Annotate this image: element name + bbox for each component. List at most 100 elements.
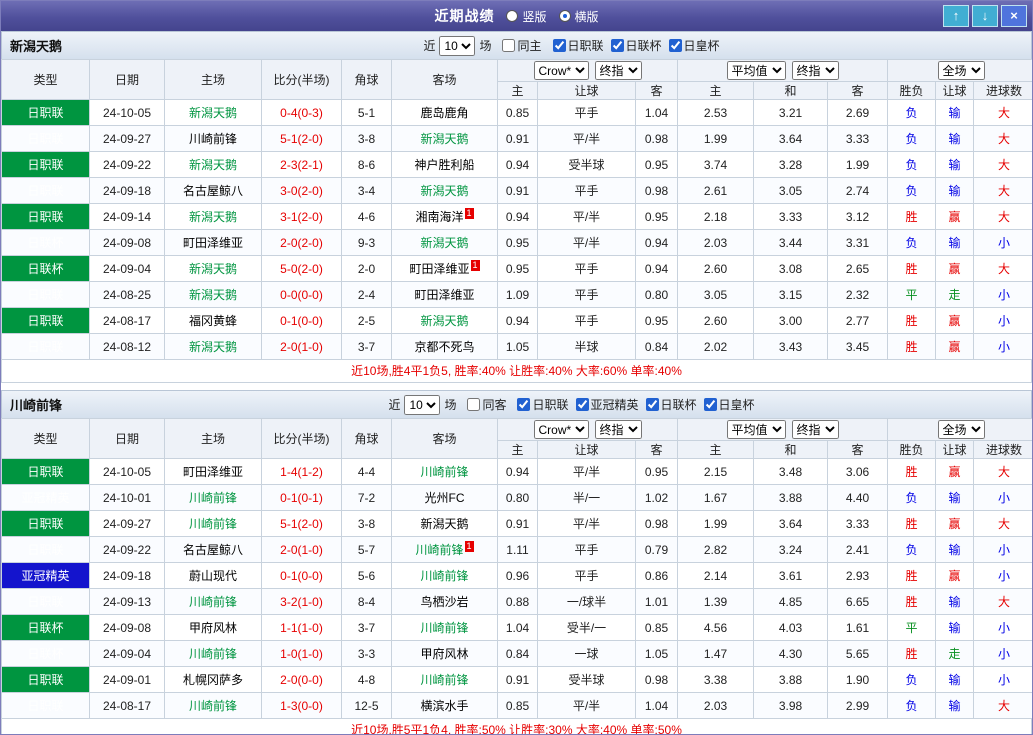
team-link[interactable]: 甲府风林	[420, 647, 468, 661]
same-venue-filter[interactable]: 同客	[467, 396, 506, 413]
league-filter[interactable]: 亚冠精英	[575, 396, 639, 413]
team-link[interactable]: 名古屋鲸八	[183, 184, 243, 198]
league-filter[interactable]: 日皇杯	[668, 37, 720, 54]
team-link[interactable]: 町田泽维亚	[183, 236, 243, 250]
euro-draw-odds: 3.88	[753, 484, 828, 511]
league-filter[interactable]: 日联杯	[610, 37, 662, 54]
recent-count-select[interactable]: 10	[404, 394, 441, 415]
bookmaker-select[interactable]: Crow*	[533, 61, 589, 80]
league-filter-checkbox[interactable]	[668, 38, 682, 52]
team-link[interactable]: 新潟天鹅	[420, 132, 468, 146]
same-venue-checkbox[interactable]	[502, 39, 516, 52]
score-link[interactable]: 2-0(1-0)	[280, 543, 323, 557]
league-filter-checkbox[interactable]	[645, 397, 659, 411]
team-link[interactable]: 新潟天鹅	[420, 314, 468, 328]
team-link[interactable]: 新潟天鹅	[420, 236, 468, 250]
team-link[interactable]: 京都不死鸟	[414, 340, 474, 354]
team-link[interactable]: 川崎前锋	[420, 673, 468, 687]
team-link[interactable]: 鸟栖沙岩	[420, 595, 468, 609]
team-link[interactable]: 新潟天鹅	[420, 517, 468, 531]
score-link[interactable]: 2-0(1-0)	[280, 340, 323, 354]
team-link[interactable]: 川崎前锋	[189, 491, 237, 505]
score-link[interactable]: 1-1(1-0)	[280, 621, 323, 635]
team-link[interactable]: 横滨水手	[420, 699, 468, 713]
league-filter-checkbox[interactable]	[552, 38, 566, 52]
recent-count-select[interactable]: 10	[439, 35, 476, 56]
euro-source-select[interactable]: 平均值	[726, 61, 786, 80]
team-link[interactable]: 甲府风林	[189, 621, 237, 635]
team-link[interactable]: 鹿岛鹿角	[420, 106, 468, 120]
score-link[interactable]: 0-4(0-3)	[280, 106, 323, 120]
team-link[interactable]: 湘南海洋	[415, 210, 463, 224]
score-link[interactable]: 1-4(1-2)	[280, 465, 323, 479]
league-filter-checkbox[interactable]	[703, 397, 717, 411]
team-link[interactable]: 川崎前锋	[189, 647, 237, 661]
bookmaker-select[interactable]: Crow*	[533, 420, 589, 439]
score-link[interactable]: 1-0(1-0)	[280, 647, 323, 661]
score-link[interactable]: 3-0(2-0)	[280, 184, 323, 198]
score-link[interactable]: 3-2(1-0)	[280, 595, 323, 609]
period-select[interactable]: 全场	[937, 420, 985, 439]
team-link[interactable]: 新潟天鹅	[189, 106, 237, 120]
team-link[interactable]: 川崎前锋	[189, 517, 237, 531]
score-link[interactable]: 2-0(2-0)	[280, 236, 323, 250]
asia-stage-select[interactable]: 终指	[594, 420, 642, 439]
league-filter-checkbox[interactable]	[575, 397, 589, 411]
team-link[interactable]: 新潟天鹅	[189, 340, 237, 354]
team-link[interactable]: 新潟天鹅	[189, 210, 237, 224]
col-home: 主场	[164, 418, 262, 459]
team-link[interactable]: 川崎前锋	[420, 465, 468, 479]
league-filter[interactable]: 日职联	[517, 396, 569, 413]
layout-option-horizontal[interactable]: 横版	[558, 8, 599, 25]
team-link[interactable]: 新潟天鹅	[189, 288, 237, 302]
league-filter[interactable]: 日联杯	[645, 396, 697, 413]
team-link[interactable]: 神户胜利船	[414, 158, 474, 172]
league-filter-checkbox[interactable]	[517, 397, 531, 411]
team-link[interactable]: 札幌冈萨多	[183, 673, 243, 687]
euro-stage-select[interactable]: 终指	[791, 61, 839, 80]
result-goals: 大	[973, 692, 1032, 719]
team-link[interactable]: 新潟天鹅	[420, 184, 468, 198]
team-link[interactable]: 名古屋鲸八	[183, 543, 243, 557]
team-link[interactable]: 川崎前锋	[420, 569, 468, 583]
score-link[interactable]: 0-1(0-0)	[280, 569, 323, 583]
score-link[interactable]: 2-0(0-0)	[280, 673, 323, 687]
team-link[interactable]: 川崎前锋	[189, 699, 237, 713]
league-filter[interactable]: 日皇杯	[703, 396, 755, 413]
asia-stage-select[interactable]: 终指	[594, 61, 642, 80]
euro-stage-select[interactable]: 终指	[791, 420, 839, 439]
col-corner: 角球	[341, 418, 392, 459]
move-up-button[interactable]: ↑	[943, 5, 969, 27]
close-button[interactable]: ×	[1001, 5, 1027, 27]
league-filter-checkbox[interactable]	[610, 38, 624, 52]
score-link[interactable]: 3-1(2-0)	[280, 210, 323, 224]
score-link[interactable]: 5-0(2-0)	[280, 262, 323, 276]
team-link[interactable]: 川崎前锋	[189, 132, 237, 146]
team-link[interactable]: 町田泽维亚	[409, 262, 469, 276]
team-link[interactable]: 福冈黄蜂	[189, 314, 237, 328]
score-link[interactable]: 0-1(0-0)	[280, 314, 323, 328]
same-venue-checkbox[interactable]	[467, 398, 481, 411]
euro-away-odds: 3.33	[826, 125, 889, 152]
team-link[interactable]: 町田泽维亚	[183, 465, 243, 479]
period-select[interactable]: 全场	[937, 61, 985, 80]
layout-option-vertical[interactable]: 竖版	[506, 8, 547, 25]
team-link[interactable]: 新潟天鹅	[189, 158, 237, 172]
same-venue-filter[interactable]: 同主	[502, 37, 542, 54]
score-link[interactable]: 0-0(0-0)	[280, 288, 323, 302]
team-link[interactable]: 新潟天鹅	[189, 262, 237, 276]
score-link[interactable]: 2-3(2-1)	[280, 158, 323, 172]
score-link[interactable]: 5-1(2-0)	[280, 517, 323, 531]
team-link[interactable]: 川崎前锋	[415, 543, 463, 557]
team-link[interactable]: 光州FC	[425, 491, 465, 505]
team-link[interactable]: 川崎前锋	[420, 621, 468, 635]
move-down-button[interactable]: ↓	[972, 5, 998, 27]
league-filter[interactable]: 日职联	[552, 37, 604, 54]
score-link[interactable]: 5-1(2-0)	[280, 132, 323, 146]
team-link[interactable]: 町田泽维亚	[414, 288, 474, 302]
team-link[interactable]: 蔚山现代	[189, 569, 237, 583]
euro-source-select[interactable]: 平均值	[726, 420, 786, 439]
team-link[interactable]: 川崎前锋	[189, 595, 237, 609]
score-link[interactable]: 1-3(0-0)	[280, 699, 323, 713]
score-link[interactable]: 0-1(0-1)	[280, 491, 323, 505]
